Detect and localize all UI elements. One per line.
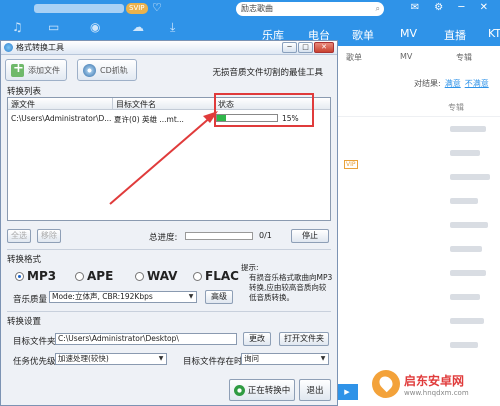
watermark: 启东安卓网 www.hnqdxm.com [372, 370, 469, 398]
watermark-name: 启东安卓网 [404, 373, 465, 388]
annotation-arrow-line [109, 115, 213, 205]
location-pin-icon [372, 370, 400, 398]
annotation-arrow [109, 111, 218, 205]
watermark-url: www.hnqdxm.com [404, 388, 469, 397]
